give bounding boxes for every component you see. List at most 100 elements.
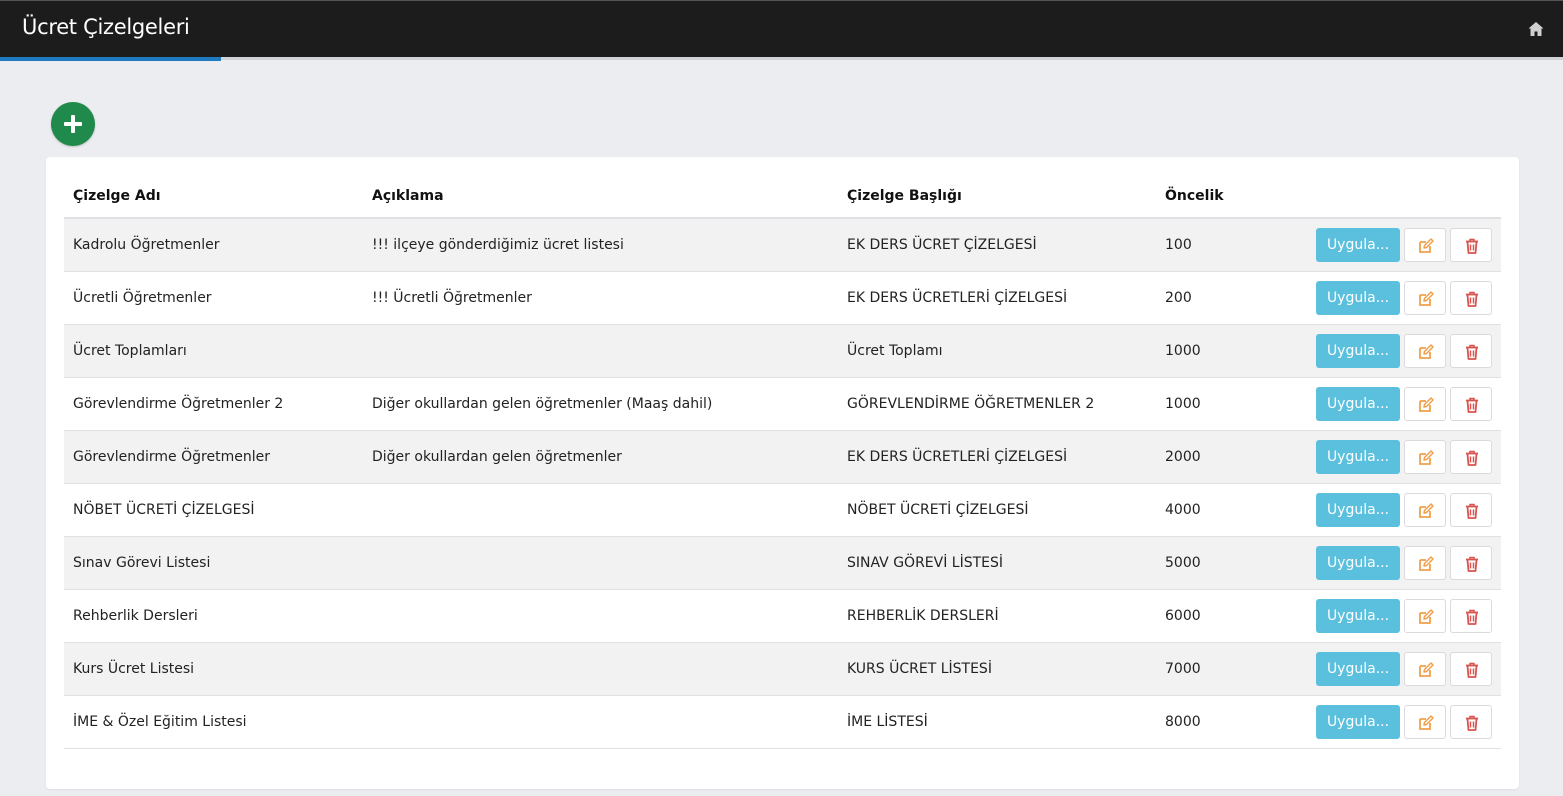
delete-button[interactable] (1450, 493, 1492, 527)
cell-priority: 200 (1156, 271, 1285, 325)
table-row: Görevlendirme Öğretmenler 2 Diğer okulla… (64, 377, 1501, 431)
edit-button[interactable] (1404, 387, 1446, 421)
cell-description: !!! Ücretli Öğretmenler (363, 271, 838, 325)
cell-name: Kadrolu Öğretmenler (64, 218, 363, 272)
cell-heading: EK DERS ÜCRETLERİ ÇİZELGESİ (838, 430, 1156, 484)
cell-name: Görevlendirme Öğretmenler 2 (64, 377, 363, 431)
trash-icon (1466, 450, 1478, 466)
table-row: Ücret Toplamları Ücret Toplamı 1000 Uygu… (64, 324, 1501, 378)
delete-button[interactable] (1450, 281, 1492, 315)
trash-icon (1466, 556, 1478, 572)
cell-priority: 7000 (1156, 642, 1285, 696)
edit-icon (1419, 450, 1434, 465)
cell-actions: Uygula... (1285, 324, 1501, 378)
cell-priority: 1000 (1156, 324, 1285, 378)
edit-button[interactable] (1404, 440, 1446, 474)
cell-description (363, 483, 838, 537)
table-row: NÖBET ÜCRETİ ÇİZELGESİ NÖBET ÜCRETİ ÇİZE… (64, 483, 1501, 537)
apply-button[interactable]: Uygula... (1316, 334, 1400, 368)
cell-priority: 2000 (1156, 430, 1285, 484)
delete-button[interactable] (1450, 387, 1492, 421)
header-divider (221, 57, 1563, 60)
delete-button[interactable] (1450, 652, 1492, 686)
column-header-heading[interactable]: Çizelge Başlığı (838, 175, 1156, 219)
edit-icon (1419, 556, 1434, 571)
cell-name: Sınav Görevi Listesi (64, 536, 363, 590)
cell-actions: Uygula... (1285, 483, 1501, 537)
cell-name: Görevlendirme Öğretmenler (64, 430, 363, 484)
table-row: İME & Özel Eğitim Listesi İME LİSTESİ 80… (64, 695, 1501, 749)
edit-icon (1419, 397, 1434, 412)
cell-heading: EK DERS ÜCRET ÇİZELGESİ (838, 218, 1156, 272)
edit-button[interactable] (1404, 228, 1446, 262)
table-row: Kadrolu Öğretmenler !!! ilçeye gönderdiğ… (64, 218, 1501, 272)
cell-description (363, 695, 838, 749)
cell-heading: GÖREVLENDİRME ÖĞRETMENLER 2 (838, 377, 1156, 431)
plus-icon (64, 115, 82, 133)
table-row: Ücretli Öğretmenler !!! Ücretli Öğretmen… (64, 271, 1501, 325)
table-row: Görevlendirme Öğretmenler Diğer okullard… (64, 430, 1501, 484)
cell-description (363, 536, 838, 590)
apply-button[interactable]: Uygula... (1316, 493, 1400, 527)
delete-button[interactable] (1450, 334, 1492, 368)
column-header-name[interactable]: Çizelge Adı (64, 175, 363, 219)
table-header-row: Çizelge Adı Açıklama Çizelge Başlığı Önc… (64, 175, 1501, 219)
edit-button[interactable] (1404, 652, 1446, 686)
delete-button[interactable] (1450, 440, 1492, 474)
cell-heading: REHBERLİK DERSLERİ (838, 589, 1156, 643)
delete-button[interactable] (1450, 705, 1492, 739)
trash-icon (1466, 238, 1478, 254)
edit-button[interactable] (1404, 705, 1446, 739)
cell-heading: NÖBET ÜCRETİ ÇİZELGESİ (838, 483, 1156, 537)
trash-icon (1466, 662, 1478, 678)
apply-button[interactable]: Uygula... (1316, 228, 1400, 262)
delete-button[interactable] (1450, 228, 1492, 262)
apply-button[interactable]: Uygula... (1316, 705, 1400, 739)
cell-description: Diğer okullardan gelen öğretmenler (363, 430, 838, 484)
cell-actions: Uygula... (1285, 430, 1501, 484)
edit-button[interactable] (1404, 599, 1446, 633)
column-header-priority[interactable]: Öncelik (1156, 175, 1285, 219)
page-title: Ücret Çizelgeleri (22, 15, 190, 39)
edit-icon (1419, 715, 1434, 730)
trash-icon (1466, 344, 1478, 360)
column-header-description[interactable]: Açıklama (363, 175, 838, 219)
cell-priority: 1000 (1156, 377, 1285, 431)
cell-description (363, 589, 838, 643)
cell-description (363, 642, 838, 696)
cell-heading: SINAV GÖREVİ LİSTESİ (838, 536, 1156, 590)
apply-button[interactable]: Uygula... (1316, 281, 1400, 315)
edit-button[interactable] (1404, 334, 1446, 368)
edit-icon (1419, 662, 1434, 677)
apply-button[interactable]: Uygula... (1316, 546, 1400, 580)
cell-name: Ücret Toplamları (64, 324, 363, 378)
cell-name: Ücretli Öğretmenler (64, 271, 363, 325)
cell-description: !!! ilçeye gönderdiğimiz ücret listesi (363, 218, 838, 272)
trash-icon (1466, 503, 1478, 519)
add-schedule-button[interactable] (51, 102, 95, 146)
edit-icon (1419, 503, 1434, 518)
apply-button[interactable]: Uygula... (1316, 652, 1400, 686)
edit-button[interactable] (1404, 281, 1446, 315)
apply-button[interactable]: Uygula... (1316, 387, 1400, 421)
delete-button[interactable] (1450, 546, 1492, 580)
cell-description: Diğer okullardan gelen öğretmenler (Maaş… (363, 377, 838, 431)
trash-icon (1466, 291, 1478, 307)
edit-button[interactable] (1404, 493, 1446, 527)
cell-priority: 6000 (1156, 589, 1285, 643)
delete-button[interactable] (1450, 599, 1492, 633)
cell-priority: 100 (1156, 218, 1285, 272)
top-bar: Ücret Çizelgeleri (0, 0, 1563, 57)
edit-icon (1419, 291, 1434, 306)
apply-button[interactable]: Uygula... (1316, 440, 1400, 474)
table-row: Kurs Ücret Listesi KURS ÜCRET LİSTESİ 70… (64, 642, 1501, 696)
home-icon[interactable] (1527, 20, 1545, 38)
cell-actions: Uygula... (1285, 271, 1501, 325)
edit-icon (1419, 344, 1434, 359)
apply-button[interactable]: Uygula... (1316, 599, 1400, 633)
trash-icon (1466, 397, 1478, 413)
cell-actions: Uygula... (1285, 377, 1501, 431)
cell-priority: 5000 (1156, 536, 1285, 590)
cell-heading: İME LİSTESİ (838, 695, 1156, 749)
edit-button[interactable] (1404, 546, 1446, 580)
